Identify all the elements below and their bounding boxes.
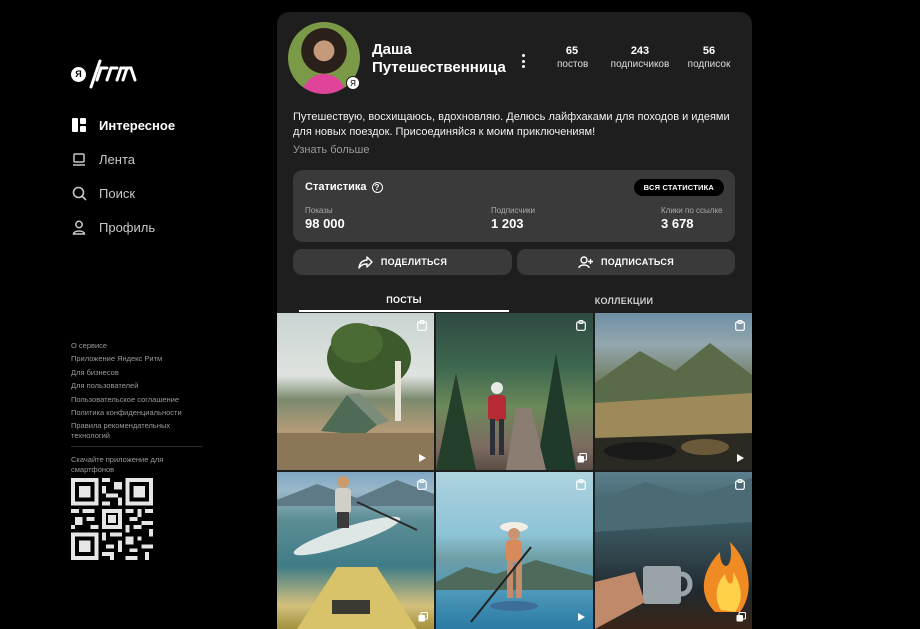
logo-wordmark-icon: [89, 59, 137, 89]
sidebar-divider: [71, 446, 202, 447]
bookmark-icon[interactable]: [734, 478, 746, 490]
hiking-trail-image: [436, 353, 576, 470]
post-tile[interactable]: [277, 472, 434, 629]
metric-label: Клики по ссылке: [661, 206, 723, 215]
app-download-text: Скачайте приложение для смартфонов: [71, 455, 164, 474]
nav-item-profile[interactable]: Профиль: [71, 210, 175, 244]
metric-value: 3 678: [661, 216, 694, 231]
campfire-mug-image: [595, 478, 752, 629]
grid-icon: [71, 117, 87, 133]
footer-links: О сервисе Приложение Яндекс Ритм Для биз…: [71, 339, 206, 440]
metric-value: 98 000: [305, 216, 345, 231]
nav-label: Интересное: [99, 117, 176, 133]
logo-mark: Я: [71, 66, 86, 82]
posts-grid: [277, 313, 752, 629]
metric-link-clicks: Клики по ссылке 3 678: [661, 206, 722, 232]
gallery-icon: [576, 452, 587, 463]
statistics-title: Статистика ?: [305, 181, 383, 193]
bookmark-icon[interactable]: [575, 319, 587, 331]
post-tile[interactable]: [277, 313, 434, 470]
feed-icon: [71, 151, 87, 167]
stat-label: подписок: [687, 59, 731, 70]
share-label: ПОДЕЛИТЬСЯ: [380, 257, 448, 267]
add-user-icon: [578, 255, 593, 268]
stat-following[interactable]: 56 подписок: [684, 45, 734, 72]
camping-tent-image: [277, 323, 434, 470]
help-icon[interactable]: ?: [371, 181, 383, 193]
nav-item-search[interactable]: Поиск: [71, 176, 175, 210]
user-name: Даша Путешественница: [372, 41, 506, 76]
learn-more-link[interactable]: Узнать больше: [293, 144, 369, 156]
metric-label: Показы: [305, 206, 333, 215]
bookmark-icon[interactable]: [416, 319, 428, 331]
footer-link-about[interactable]: О сервисе: [71, 339, 206, 352]
share-icon: [358, 255, 373, 269]
bookmark-icon[interactable]: [734, 319, 746, 331]
nav-label: Поиск: [99, 185, 136, 201]
stat-value: 243: [630, 45, 650, 57]
nav-label: Лента: [99, 151, 135, 167]
tab-posts[interactable]: ПОСТЫ: [299, 290, 509, 312]
mountain-view-image: [595, 343, 752, 470]
post-tile[interactable]: [595, 472, 752, 629]
post-tile[interactable]: [436, 313, 593, 470]
metric-label: Подписчики: [491, 206, 536, 215]
nav-item-feed[interactable]: Лента: [71, 142, 175, 176]
gallery-icon: [735, 611, 746, 622]
nav-item-interesting[interactable]: Интересное: [71, 108, 175, 142]
footer-link-privacy[interactable]: Политика конфиденциальности: [71, 406, 206, 419]
metric-value: 1 203: [491, 216, 524, 231]
stat-label: подписчиков: [610, 59, 670, 70]
paddleboard-lake-image: [277, 476, 434, 629]
share-button[interactable]: ПОДЕЛИТЬСЯ: [293, 249, 512, 275]
tab-collections[interactable]: КОЛЛЕКЦИИ: [519, 290, 729, 312]
stat-value: 65: [565, 45, 579, 57]
nav-label: Профиль: [99, 219, 156, 235]
post-tile[interactable]: [595, 313, 752, 470]
play-icon: [576, 611, 587, 622]
footer-link-business[interactable]: Для бизнесов: [71, 366, 206, 379]
play-icon: [735, 452, 746, 463]
footer-link-agreement[interactable]: Пользовательское соглашение: [71, 393, 206, 406]
statistics-panel: Статистика ? ВСЯ СТАТИСТИКА Показы 98 00…: [293, 170, 735, 242]
bio: Путешествую, восхищаюсь, вдохновляю. Дел…: [293, 111, 730, 138]
avatar-shirt: [302, 74, 346, 94]
play-icon: [417, 452, 428, 463]
avatar-badge: Я: [346, 76, 360, 90]
stat-posts[interactable]: 65 постов: [557, 45, 589, 72]
subscribe-button[interactable]: ПОДПИСАТЬСЯ: [517, 249, 735, 275]
metric-subscribers: Подписчики 1 203: [491, 206, 535, 232]
stat-label: постов: [557, 59, 589, 70]
logo[interactable]: Я: [71, 58, 141, 90]
search-icon: [71, 185, 87, 201]
footer-link-users[interactable]: Для пользователей: [71, 379, 206, 392]
stat-followers[interactable]: 243 подписчиков: [607, 45, 673, 72]
footer-link-recommendations[interactable]: Правила рекомендательных технологий: [71, 421, 206, 440]
more-options-button[interactable]: [519, 54, 527, 68]
all-statistics-button[interactable]: ВСЯ СТАТИСТИКА: [633, 179, 724, 196]
subscribe-label: ПОДПИСАТЬСЯ: [600, 257, 675, 267]
gallery-icon: [417, 611, 428, 622]
bookmark-icon[interactable]: [416, 478, 428, 490]
sidebar: Я Интересное Лента Поиск Профиль О серви…: [71, 0, 206, 629]
statistics-title-text: Статистика: [305, 181, 367, 193]
qr-code[interactable]: [71, 478, 153, 560]
post-tile[interactable]: [436, 472, 593, 629]
main-nav: Интересное Лента Поиск Профиль: [71, 108, 175, 244]
profile-card: Я Даша Путешественница 65 постов 243 под…: [277, 12, 752, 629]
stat-value: 56: [702, 45, 716, 57]
bookmark-icon[interactable]: [575, 478, 587, 490]
footer-link-app[interactable]: Приложение Яндекс Ритм: [71, 352, 206, 365]
paddleboard-sea-image: [436, 522, 593, 623]
profile-icon: [71, 219, 87, 235]
metric-impressions: Показы 98 000: [305, 206, 345, 232]
